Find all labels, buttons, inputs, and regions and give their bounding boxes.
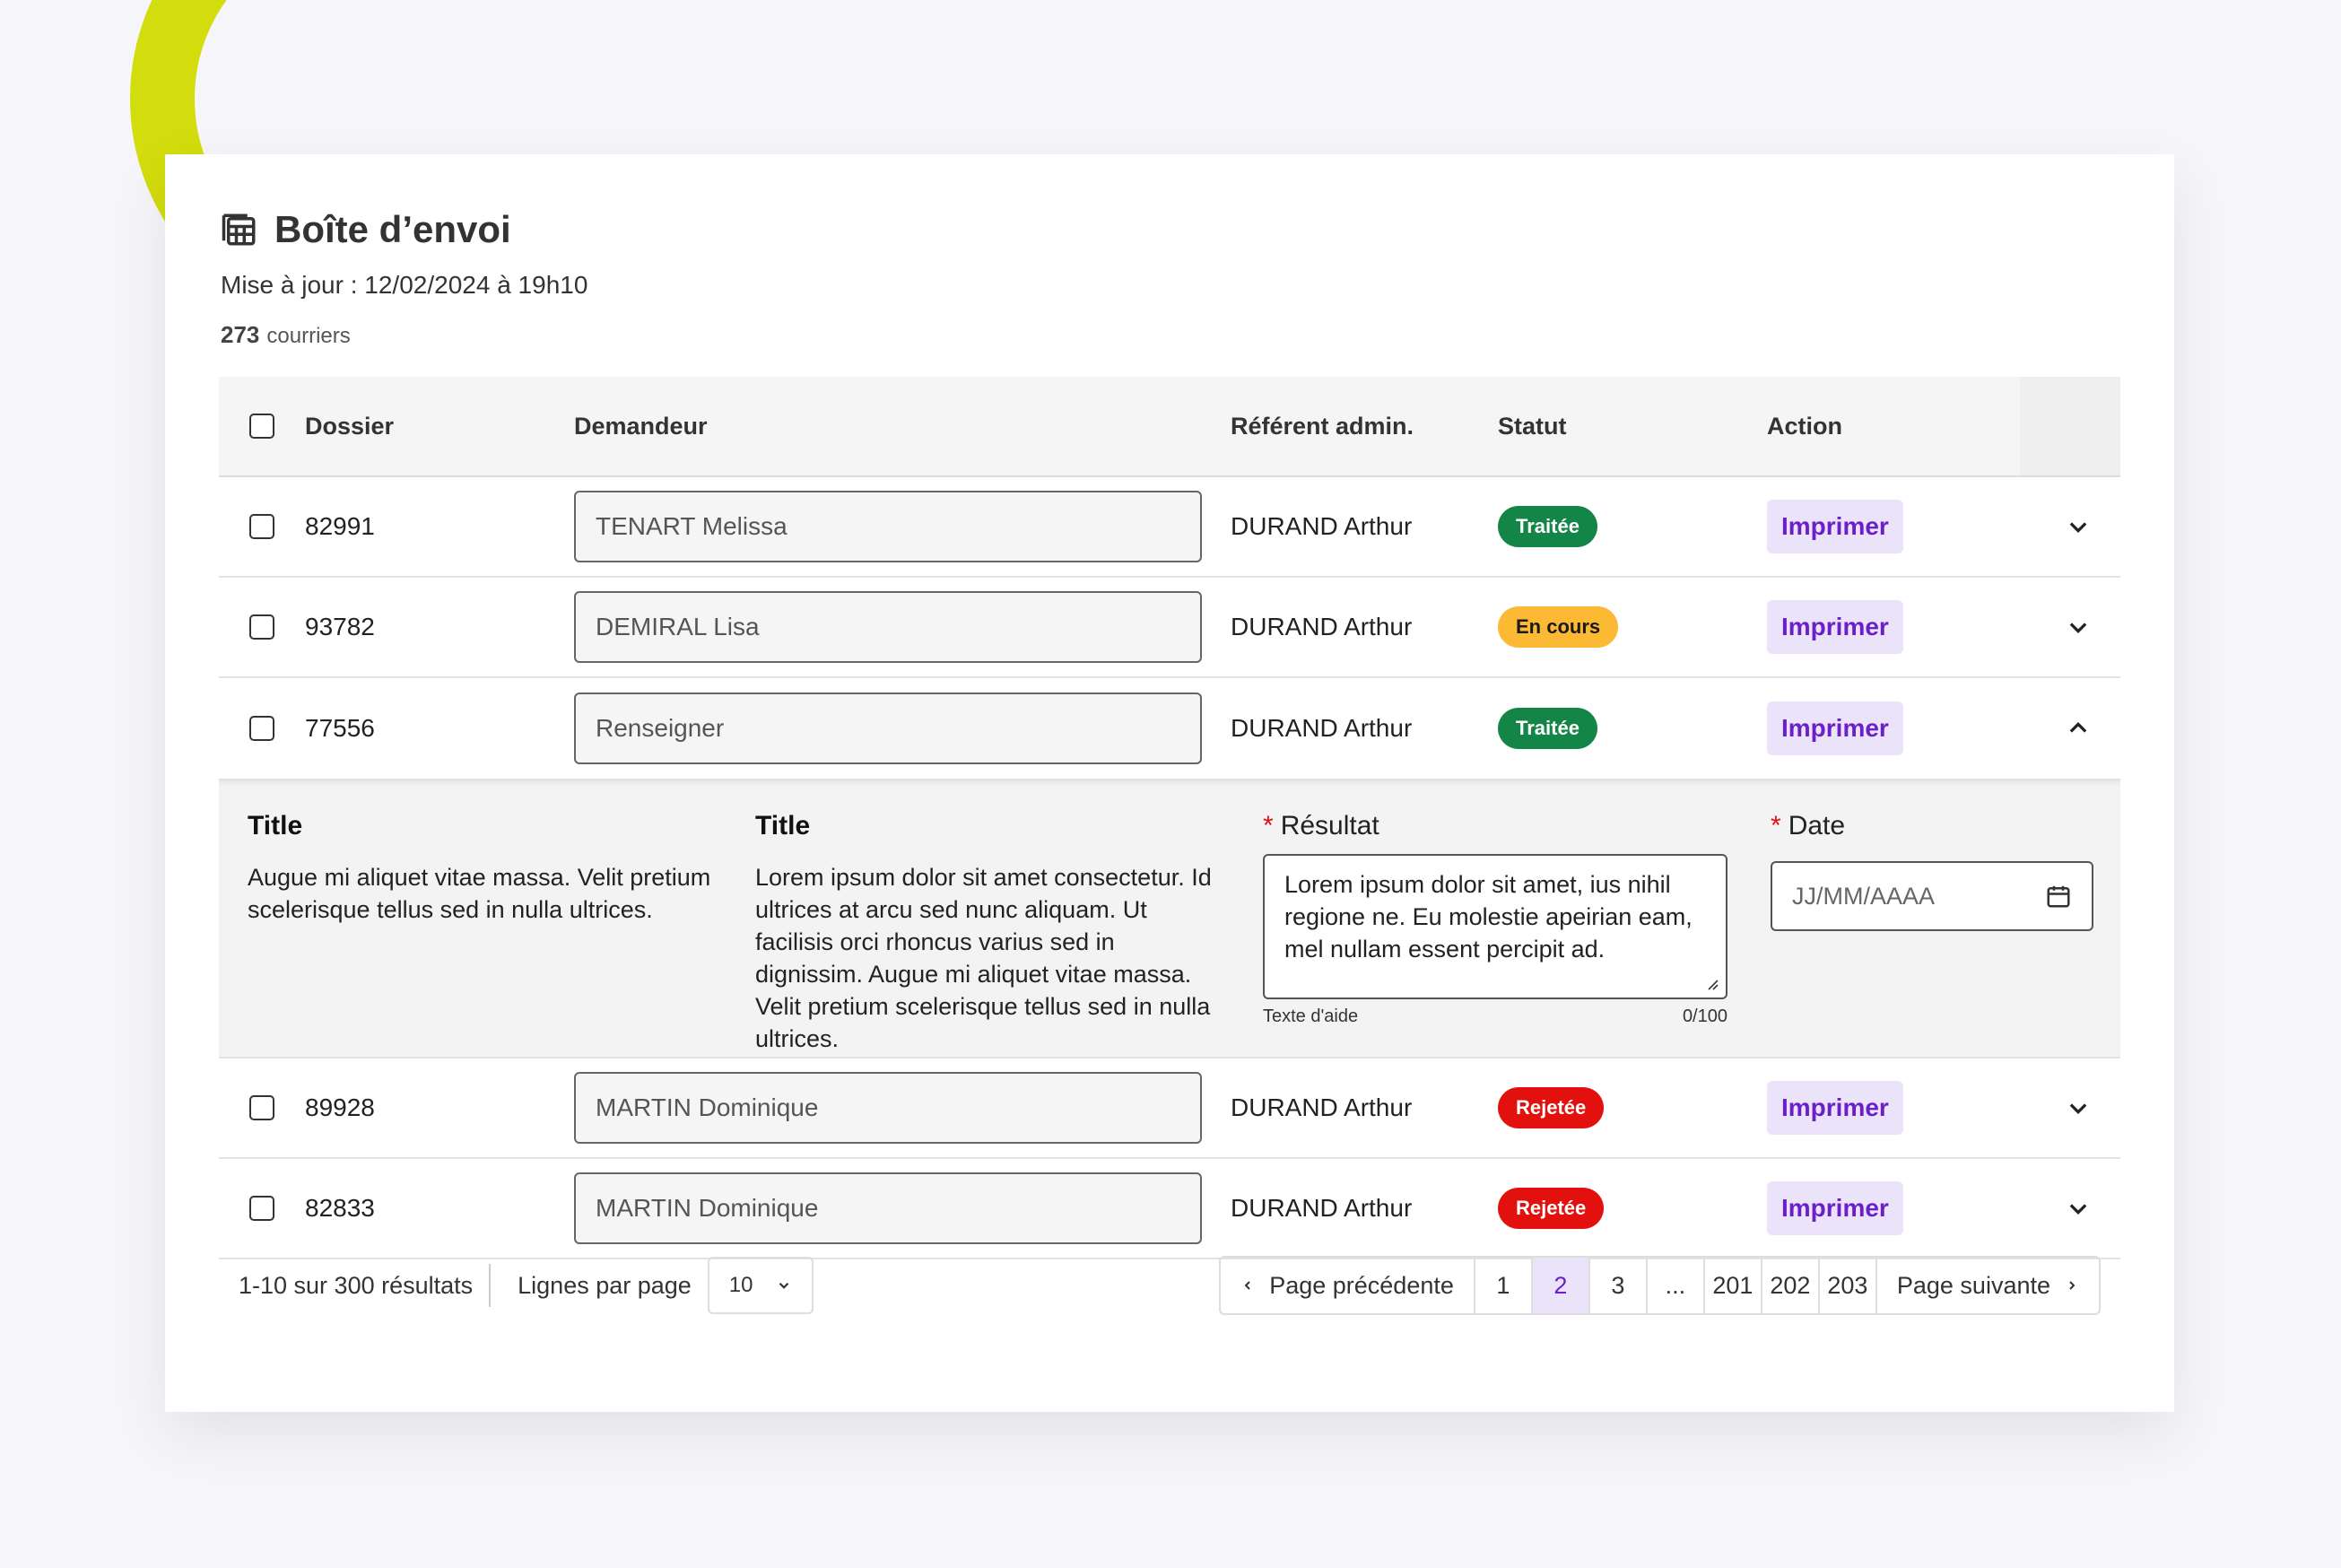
results-count: 1-10 sur 300 résultats bbox=[219, 1264, 492, 1307]
dossier-number: 89928 bbox=[305, 1093, 375, 1121]
column-header-referent[interactable]: Référent admin. bbox=[1231, 413, 1498, 440]
chevron-right-icon bbox=[2069, 1281, 2076, 1290]
print-button[interactable]: Imprimer bbox=[1767, 1181, 1903, 1235]
outbox-table: Dossier Demandeur Référent admin. Statut… bbox=[219, 377, 2120, 1259]
table-row: 77556 Renseigner DURAND Arthur Traitée I… bbox=[219, 678, 2120, 779]
detail-text-1: Augue mi aliquet vitae massa. Velit pret… bbox=[248, 864, 711, 923]
page-button-202[interactable]: 202 bbox=[1762, 1258, 1820, 1313]
demandeur-input[interactable]: DEMIRAL Lisa bbox=[574, 591, 1202, 663]
referent-name: DURAND Arthur bbox=[1231, 512, 1413, 540]
detail-title-2: Title bbox=[755, 811, 811, 841]
dossier-number: 77556 bbox=[305, 714, 375, 742]
column-header-demandeur[interactable]: Demandeur bbox=[574, 413, 1231, 440]
char-counter: 0/100 bbox=[1682, 1006, 1727, 1026]
row-checkbox[interactable] bbox=[249, 614, 274, 640]
expanded-row-details: Title Augue mi aliquet vitae massa. Veli… bbox=[219, 779, 2120, 1058]
status-badge: En cours bbox=[1498, 606, 1619, 648]
page-button-2[interactable]: 2 bbox=[1532, 1258, 1590, 1313]
chevron-up-icon[interactable] bbox=[2066, 716, 2091, 741]
print-button[interactable]: Imprimer bbox=[1767, 500, 1903, 553]
date-label: * Date bbox=[1771, 811, 1846, 841]
print-button[interactable]: Imprimer bbox=[1767, 1081, 1903, 1135]
status-badge: Rejetée bbox=[1498, 1087, 1605, 1128]
outbox-icon bbox=[222, 213, 256, 246]
pagination: Page précédente 1 2 3 ... 201 202 203 Pa… bbox=[1219, 1256, 2101, 1315]
referent-name: DURAND Arthur bbox=[1231, 1194, 1413, 1222]
status-badge: Traitée bbox=[1498, 708, 1597, 749]
mail-count: 273 courriers bbox=[221, 321, 351, 348]
column-header-statut[interactable]: Statut bbox=[1498, 413, 1767, 440]
column-header-dossier[interactable]: Dossier bbox=[305, 413, 574, 440]
page-header: Boîte d’envoi Mise à jour : 12/02/2024 à… bbox=[221, 208, 587, 349]
helper-text: Texte d'aide bbox=[1263, 1006, 1359, 1026]
select-all-checkbox[interactable] bbox=[249, 414, 274, 439]
column-header-action[interactable]: Action bbox=[1767, 413, 2036, 440]
referent-name: DURAND Arthur bbox=[1231, 1093, 1413, 1121]
status-badge: Traitée bbox=[1498, 506, 1597, 547]
page-button-203[interactable]: 203 bbox=[1820, 1258, 1877, 1313]
chevron-down-icon[interactable] bbox=[2066, 1095, 2091, 1120]
resize-handle-icon[interactable] bbox=[1706, 978, 1719, 990]
lines-per-page-select[interactable]: 10 bbox=[707, 1257, 814, 1314]
row-checkbox[interactable] bbox=[249, 1196, 274, 1221]
table-row: 93782 DEMIRAL Lisa DURAND Arthur En cour… bbox=[219, 578, 2120, 678]
row-checkbox[interactable] bbox=[249, 716, 274, 741]
calendar-icon[interactable] bbox=[2045, 883, 2072, 910]
result-textarea[interactable]: Lorem ipsum dolor sit amet, ius nihil re… bbox=[1263, 854, 1727, 999]
outbox-card: Boîte d’envoi Mise à jour : 12/02/2024 à… bbox=[165, 154, 2174, 1412]
next-page-button[interactable]: Page suivante bbox=[1877, 1258, 2099, 1313]
page-button-3[interactable]: 3 bbox=[1590, 1258, 1648, 1313]
lines-per-page-label: Lignes par page bbox=[518, 1271, 692, 1299]
chevron-down-icon[interactable] bbox=[2066, 514, 2091, 539]
page-button-201[interactable]: 201 bbox=[1705, 1258, 1762, 1313]
chevron-down-icon[interactable] bbox=[2066, 1196, 2091, 1221]
demandeur-input[interactable]: TENART Melissa bbox=[574, 491, 1202, 562]
demandeur-input[interactable]: Renseigner bbox=[574, 693, 1202, 764]
table-row: 89928 MARTIN Dominique DURAND Arthur Rej… bbox=[219, 1058, 2120, 1159]
referent-name: DURAND Arthur bbox=[1231, 613, 1413, 640]
referent-name: DURAND Arthur bbox=[1231, 714, 1413, 742]
table-header: Dossier Demandeur Référent admin. Statut… bbox=[219, 377, 2120, 477]
dossier-number: 93782 bbox=[305, 613, 375, 640]
date-input[interactable]: JJ/MM/AAAA bbox=[1771, 861, 2093, 931]
demandeur-input[interactable]: MARTIN Dominique bbox=[574, 1072, 1202, 1144]
detail-text-2: Lorem ipsum dolor sit amet consectetur. … bbox=[755, 864, 1212, 1052]
table-row: 82833 MARTIN Dominique DURAND Arthur Rej… bbox=[219, 1159, 2120, 1259]
print-button[interactable]: Imprimer bbox=[1767, 701, 1903, 755]
demandeur-input[interactable]: MARTIN Dominique bbox=[574, 1172, 1202, 1244]
previous-page-button[interactable]: Page précédente bbox=[1221, 1258, 1475, 1313]
table-row: 82991 TENART Melissa DURAND Arthur Trait… bbox=[219, 477, 2120, 578]
row-checkbox[interactable] bbox=[249, 1095, 274, 1120]
page-title: Boîte d’envoi bbox=[274, 208, 511, 250]
status-badge: Rejetée bbox=[1498, 1188, 1605, 1229]
chevron-down-icon bbox=[779, 1282, 789, 1289]
table-footer: 1-10 sur 300 résultats Lignes par page 1… bbox=[219, 1256, 2120, 1315]
print-button[interactable]: Imprimer bbox=[1767, 600, 1903, 654]
page-ellipsis: ... bbox=[1648, 1258, 1705, 1313]
last-updated: Mise à jour : 12/02/2024 à 19h10 bbox=[221, 271, 588, 299]
chevron-left-icon bbox=[1244, 1281, 1250, 1290]
detail-title-1: Title bbox=[248, 811, 303, 841]
chevron-down-icon[interactable] bbox=[2066, 614, 2091, 640]
row-checkbox[interactable] bbox=[249, 514, 274, 539]
dossier-number: 82991 bbox=[305, 512, 375, 540]
result-label: * Résultat bbox=[1263, 811, 1379, 841]
dossier-number: 82833 bbox=[305, 1194, 375, 1222]
page-button-1[interactable]: 1 bbox=[1475, 1258, 1533, 1313]
